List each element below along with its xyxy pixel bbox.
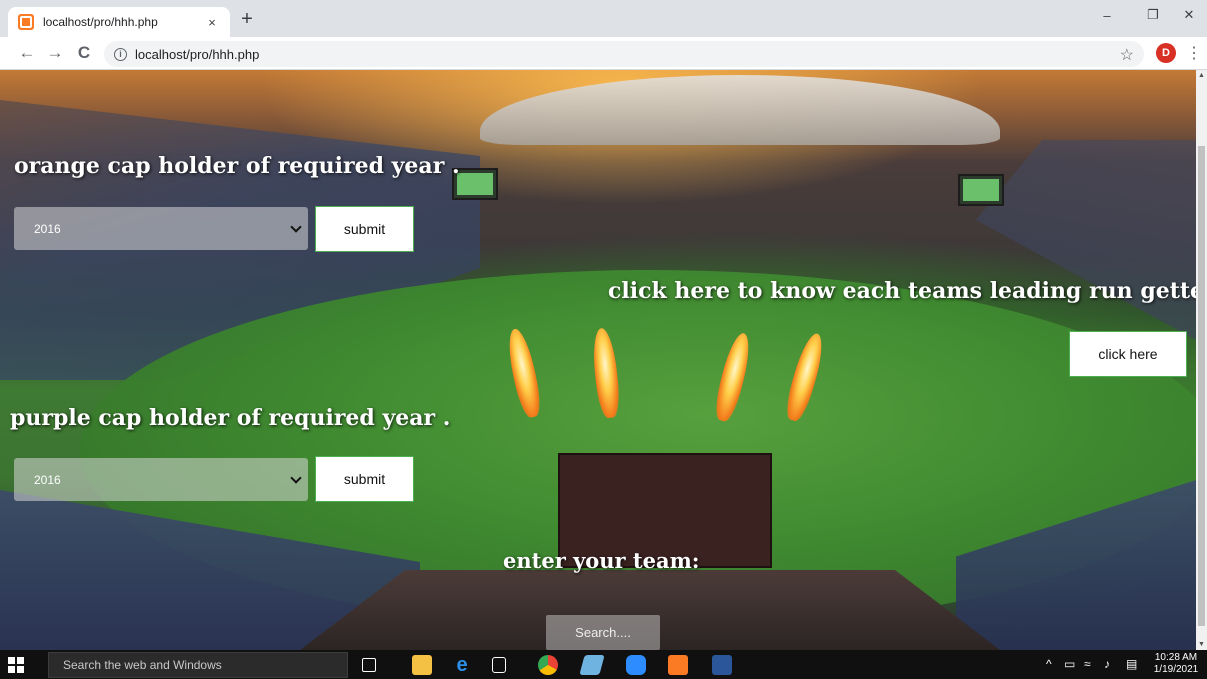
address-bar[interactable]: i localhost/pro/hhh.php ☆ [104, 41, 1144, 67]
click-here-button[interactable]: click here [1069, 331, 1187, 377]
windows-taskbar: Search the web and Windows e ^ ▭ ≈ ♪ ▤ 1… [0, 650, 1207, 679]
profile-avatar[interactable]: D [1156, 43, 1176, 63]
orange-cap-year-select[interactable]: 2016 [14, 207, 308, 250]
battery-icon[interactable]: ▭ [1064, 657, 1075, 671]
orange-select-value: 2016 [34, 221, 61, 236]
wifi-icon[interactable]: ≈ [1084, 657, 1091, 671]
word-icon[interactable] [712, 655, 732, 675]
purple-select-value: 2016 [34, 472, 61, 487]
scroll-thumb[interactable] [1198, 146, 1205, 626]
purple-cap-heading: purple cap holder of required year . [10, 405, 451, 431]
file-explorer-icon[interactable] [412, 655, 432, 675]
browser-tab-strip: localhost/pro/hhh.php × + – ❐ ✕ [0, 0, 1207, 37]
orange-submit-button[interactable]: submit [315, 206, 414, 252]
purple-cap-year-select[interactable]: 2016 [14, 458, 308, 501]
scroll-down-icon[interactable]: ▼ [1198, 641, 1205, 648]
notepad-icon[interactable] [579, 655, 605, 675]
chevron-down-icon [290, 471, 302, 484]
url-text[interactable]: localhost/pro/hhh.php [135, 47, 259, 62]
forward-arrow-icon[interactable]: → [44, 42, 66, 64]
xampp-favicon-icon [18, 14, 34, 30]
page-scrollbar[interactable]: ▲ ▼ [1196, 70, 1207, 650]
info-icon[interactable]: i [114, 47, 127, 61]
volume-icon[interactable]: ♪ [1104, 657, 1110, 671]
task-view-icon[interactable] [362, 658, 376, 672]
run-getter-heading: click here to know each teams leading ru… [608, 278, 1196, 304]
page-content: orange cap holder of required year . 201… [0, 70, 1196, 650]
reload-icon[interactable]: C [73, 42, 95, 64]
windows-start-icon[interactable] [8, 657, 24, 673]
taskbar-clock[interactable]: 10:28 AM 1/19/2021 [1148, 652, 1204, 676]
tray-chevron-icon[interactable]: ^ [1046, 657, 1052, 671]
orange-cap-heading: orange cap holder of required year . [14, 153, 460, 179]
tab-title: localhost/pro/hhh.php [43, 15, 158, 29]
stadium-screen-right [958, 174, 1004, 206]
scroll-up-icon[interactable]: ▲ [1198, 72, 1205, 79]
browser-toolbar: ← → C i localhost/pro/hhh.php ☆ D ⋮ [0, 37, 1207, 70]
notification-icon[interactable]: ▤ [1126, 657, 1137, 671]
browser-tab[interactable]: localhost/pro/hhh.php × [8, 7, 230, 37]
minimize-button[interactable]: – [1084, 0, 1130, 30]
chevron-down-icon [290, 220, 302, 233]
zoom-icon[interactable] [626, 655, 646, 675]
taskbar-search-box[interactable]: Search the web and Windows [48, 652, 348, 678]
edge-browser-icon[interactable]: e [452, 654, 472, 676]
browser-menu-icon[interactable]: ⋮ [1186, 43, 1202, 63]
clock-time: 10:28 AM [1154, 652, 1198, 663]
purple-submit-button[interactable]: submit [315, 456, 414, 502]
team-heading: enter your team: [503, 548, 700, 573]
close-window-button[interactable]: ✕ [1166, 0, 1207, 30]
team-search-input[interactable]: Search.... [546, 615, 660, 650]
back-arrow-icon[interactable]: ← [16, 42, 38, 64]
chrome-icon[interactable] [538, 655, 558, 675]
xampp-icon[interactable] [668, 655, 688, 675]
clock-date: 1/19/2021 [1153, 664, 1199, 675]
store-icon[interactable] [492, 657, 506, 673]
stadium-roof [480, 75, 1000, 145]
new-tab-button[interactable]: + [236, 9, 258, 31]
bookmark-star-icon[interactable]: ☆ [1120, 45, 1134, 65]
tab-close-icon[interactable]: × [204, 15, 220, 30]
